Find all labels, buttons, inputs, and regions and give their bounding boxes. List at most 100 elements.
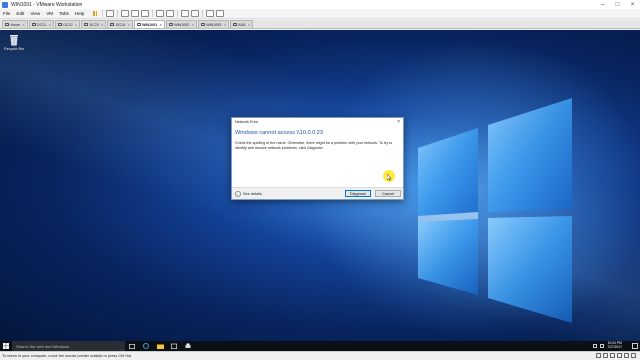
tab-close-icon[interactable]: × <box>101 23 103 27</box>
recycle-bin-shortcut[interactable]: Recycle Bin <box>4 34 24 51</box>
snapshot-icon[interactable] <box>121 10 130 17</box>
tab-label: DC21 <box>37 22 47 27</box>
tab-close-icon[interactable]: × <box>248 23 250 27</box>
dialog-message: Check the spelling of the name. Otherwis… <box>235 141 393 150</box>
menu-help[interactable]: Help <box>72 11 87 16</box>
menu-edit[interactable]: Edit <box>13 11 27 16</box>
dialog-heading: Windows cannot access \\10.0.0.23 <box>235 130 323 136</box>
tab-close-icon[interactable]: × <box>49 23 51 27</box>
display-icon[interactable] <box>631 353 636 358</box>
vmware-title-bar: WIN1091 - VMware Workstation – □ × <box>0 0 640 9</box>
vm-icon <box>84 23 89 26</box>
cancel-button[interactable]: Cancel <box>375 190 401 197</box>
vm-icon <box>136 23 141 26</box>
toolbar-separator <box>102 10 104 17</box>
console-view-icon[interactable] <box>206 10 215 17</box>
diagnose-button[interactable]: Diagnose <box>345 190 371 197</box>
vm-icon <box>168 23 173 26</box>
menu-vm[interactable]: VM <box>43 11 56 16</box>
tab-label: DC23 <box>89 22 99 27</box>
store-button[interactable] <box>167 341 181 351</box>
usb-icon[interactable] <box>617 353 622 358</box>
network-error-dialog: Network Error × Windows cannot access \\… <box>231 117 404 200</box>
thumbnail-bar-icon[interactable] <box>166 10 175 17</box>
maximize-button[interactable]: □ <box>610 0 625 9</box>
taskbar-clock[interactable]: 10:04 PM 7/27/2017 <box>607 341 622 350</box>
device-status-icons <box>596 353 636 358</box>
snapshot-manager-icon[interactable] <box>141 10 150 17</box>
full-screen-icon[interactable] <box>181 10 190 17</box>
vm-icon <box>110 23 115 26</box>
tab-dc24[interactable]: DC24 × <box>107 20 133 28</box>
file-explorer-button[interactable] <box>153 341 167 351</box>
vm-icon <box>200 23 205 26</box>
tab-win1093[interactable]: WIN1093 × <box>197 20 229 28</box>
start-button[interactable] <box>0 341 12 351</box>
tab-win1091[interactable]: WIN1091 × <box>133 20 165 28</box>
store-icon <box>171 343 177 349</box>
see-details-toggle[interactable]: ⌄ See details <box>235 190 262 197</box>
send-ctrl-alt-del-icon[interactable] <box>106 10 115 17</box>
tab-close-icon[interactable]: × <box>128 23 130 27</box>
dialog-close-icon[interactable]: × <box>397 119 400 125</box>
toolbar-separator <box>152 10 154 17</box>
vm-icon <box>57 23 62 26</box>
windows-start-icon <box>3 343 9 349</box>
network-adapter-icon[interactable] <box>610 353 615 358</box>
edge-button[interactable] <box>139 341 153 351</box>
dialog-title: Network Error <box>235 120 259 124</box>
tab-asa[interactable]: ASA × <box>229 20 253 28</box>
tab-close-icon[interactable]: × <box>160 23 162 27</box>
tab-label: DC22 <box>63 22 73 27</box>
recycle-bin-label: Recycle Bin <box>3 47 25 51</box>
volume-icon[interactable] <box>600 344 605 348</box>
close-window-button[interactable]: × <box>625 0 640 9</box>
chevron-down-icon: ⌄ <box>235 190 241 197</box>
tab-close-icon[interactable]: × <box>23 23 25 27</box>
window-controls: – □ × <box>595 0 640 9</box>
tab-label: WIN1093 <box>206 22 222 27</box>
tab-dc21[interactable]: DC21 × <box>28 20 54 28</box>
toolbar-separator <box>177 10 179 17</box>
task-view-button[interactable] <box>125 341 139 351</box>
edge-icon <box>143 343 149 349</box>
tab-close-icon[interactable]: × <box>75 23 77 27</box>
tab-label: Home <box>10 22 21 27</box>
tab-dc22[interactable]: DC22 × <box>54 20 81 28</box>
status-message: To return to your computer, move the mou… <box>2 354 132 358</box>
window-title: WIN1091 - VMware Workstation <box>11 1 83 8</box>
windows-taskbar: Search the web and Windows 10:04 PM 7/27… <box>0 341 640 351</box>
taskbar-search-box[interactable]: Search the web and Windows <box>12 341 125 351</box>
menu-view[interactable]: View <box>27 11 43 16</box>
stretch-guest-icon[interactable] <box>216 10 225 17</box>
task-view-icon <box>129 343 135 349</box>
action-center-icon[interactable] <box>632 343 638 349</box>
hard-disk-icon[interactable] <box>596 353 601 358</box>
printer-app-button[interactable] <box>181 341 195 351</box>
system-tray: 10:04 PM 7/27/2017 <box>593 341 622 351</box>
tab-dc23[interactable]: DC23 × <box>81 20 107 28</box>
vm-tab-bar: Home × DC21 × DC22 × DC23 × DC24 × WIN10… <box>0 20 640 29</box>
tab-close-icon[interactable]: × <box>224 23 226 27</box>
toolbar-separator <box>202 10 204 17</box>
tab-home[interactable]: Home × <box>2 20 28 28</box>
tab-win1092[interactable]: WIN1092 × <box>165 20 197 28</box>
unity-icon[interactable] <box>191 10 200 17</box>
pause-icon[interactable] <box>90 10 100 17</box>
tab-label: DC24 <box>115 22 126 27</box>
sound-card-icon[interactable] <box>624 353 629 358</box>
show-library-icon[interactable] <box>156 10 165 17</box>
tab-close-icon[interactable]: × <box>192 23 194 27</box>
menu-file[interactable]: File <box>0 11 13 16</box>
folder-icon <box>156 344 164 349</box>
revert-snapshot-icon[interactable] <box>131 10 140 17</box>
vmware-status-bar: To return to your computer, move the mou… <box>0 351 640 360</box>
dialog-footer: ⌄ See details Diagnose Cancel <box>232 187 403 199</box>
menu-tabs[interactable]: Tabs <box>56 11 72 16</box>
network-icon[interactable] <box>593 344 598 348</box>
minimize-button[interactable]: – <box>595 0 610 9</box>
vmware-app-icon <box>2 1 8 8</box>
clock-date: 7/27/2017 <box>607 345 622 349</box>
cd-drive-icon[interactable] <box>603 353 608 358</box>
tab-label: WIN1091 <box>142 22 158 27</box>
